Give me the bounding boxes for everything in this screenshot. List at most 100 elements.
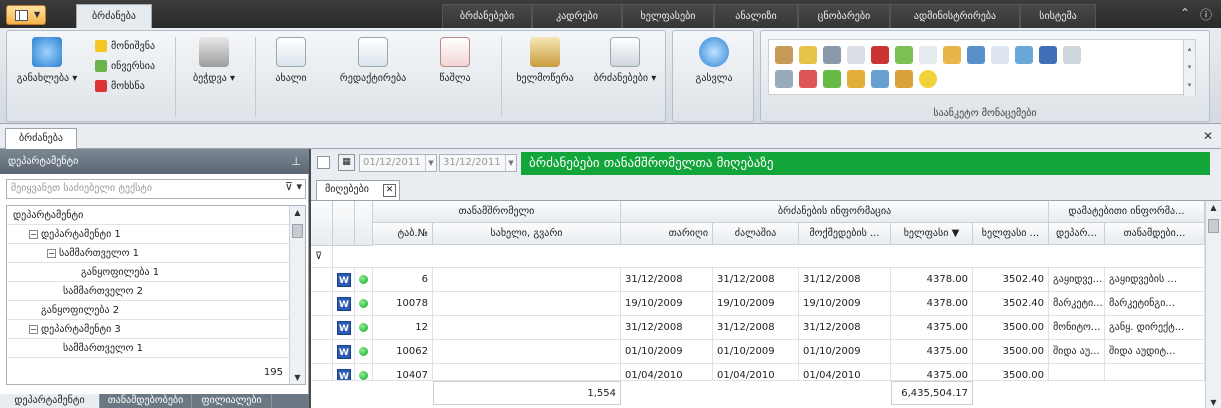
column-header-name[interactable]: სახელი, გვარი (433, 223, 621, 245)
scroll-down-icon[interactable]: ▼ (1206, 398, 1221, 407)
medal-icon[interactable] (895, 70, 913, 88)
table-cell[interactable]: 31/12/2008 (799, 268, 891, 292)
column-header-position[interactable]: თანამდები... (1105, 223, 1205, 245)
table-cell[interactable]: 31/12/2008 (799, 316, 891, 340)
table-cell[interactable]: 4378.00 (891, 268, 973, 292)
table-cell[interactable]: 31/12/2008 (713, 268, 799, 292)
table-cell[interactable]: 4375.00 (891, 340, 973, 364)
tree-node[interactable]: − დეპარტამენტი 1 (7, 225, 289, 244)
tab-branches[interactable]: ფილიალები (192, 394, 272, 408)
tab-salaries[interactable]: ხელფასები (622, 4, 714, 28)
word-doc-icon[interactable]: W (333, 364, 355, 381)
close-icon[interactable]: ✕ (1203, 129, 1213, 143)
table-cell[interactable]: 10078 (373, 292, 433, 316)
sign-button[interactable]: ხელმოწერა (505, 37, 585, 84)
calendar-icon[interactable]: ▦ (338, 154, 355, 171)
arrow-icon[interactable] (823, 70, 841, 88)
chevron-down-icon[interactable]: ▼ (425, 155, 436, 171)
status-dot-icon[interactable] (355, 268, 373, 292)
tab-system[interactable]: სისტემა (1020, 4, 1096, 28)
table-cell[interactable]: მარკეტინგი... (1105, 292, 1205, 316)
column-header-valid[interactable]: ძალაშია (713, 223, 799, 245)
table-cell[interactable]: 31/12/2008 (621, 268, 713, 292)
scroll-thumb[interactable] (292, 224, 303, 238)
column-header-department[interactable]: დეპარ... (1049, 223, 1105, 245)
table-cell[interactable]: 3500.00 (973, 316, 1049, 340)
table-cell[interactable]: 10407 (373, 364, 433, 381)
filter-icon[interactable]: ⊽ ▾ (285, 180, 302, 193)
column-header-salary[interactable]: ხელფასი ▼ (891, 223, 973, 245)
scroll-down-icon[interactable]: ▼ (290, 373, 305, 382)
folder-icon[interactable] (799, 46, 817, 64)
table-cell[interactable] (433, 316, 621, 340)
table-cell[interactable]: 3502.40 (973, 268, 1049, 292)
table-cell[interactable] (1049, 364, 1105, 381)
people-icon[interactable] (943, 46, 961, 64)
scroll-up-icon[interactable]: ▲ (290, 208, 305, 217)
money-bag-icon[interactable] (847, 70, 865, 88)
table-cell[interactable]: 4375.00 (891, 316, 973, 340)
table-cell[interactable]: შიდა აუდიტ... (1105, 340, 1205, 364)
table-cell[interactable]: 4375.00 (891, 364, 973, 381)
home-icon[interactable] (1015, 46, 1033, 64)
table-cell[interactable]: 01/04/2010 (621, 364, 713, 381)
filter-row[interactable] (333, 246, 1205, 268)
search-input[interactable]: შეიყვანეთ საძიებელი ტექსტი (6, 179, 306, 199)
tree-scrollbar[interactable]: ▲ ▼ (289, 206, 305, 384)
contact-card-icon[interactable] (967, 46, 985, 64)
tree-node[interactable]: − დეპარტამენტი 3 (7, 320, 289, 339)
unmark-button[interactable]: მოხსნა (95, 79, 145, 95)
column-header-tab-number[interactable]: ტაბ.№ (373, 223, 433, 245)
table-cell[interactable]: მარკეტი... (1049, 292, 1105, 316)
table-cell[interactable]: 01/10/2009 (713, 340, 799, 364)
building-icon[interactable] (871, 70, 889, 88)
print-button[interactable]: ბეჭდვა ▾ (179, 37, 249, 84)
refresh-button[interactable]: განახლება ▾ (11, 37, 83, 84)
date-filter-checkbox[interactable] (317, 156, 330, 169)
table-cell[interactable]: 12 (373, 316, 433, 340)
word-doc-icon[interactable]: W (333, 340, 355, 364)
date-to-field[interactable]: 31/12/2011 ▼ (439, 154, 517, 172)
tree-node[interactable]: განყოფილება 2 (7, 301, 289, 320)
tab-hirings[interactable]: მიღებები ✕ (316, 180, 400, 200)
scroll-up-icon[interactable]: ▲ (1206, 203, 1221, 212)
tree-node[interactable]: სამმართველო 2 (7, 282, 289, 301)
email-icon[interactable] (991, 46, 1009, 64)
word-doc-icon[interactable]: W (333, 268, 355, 292)
table-cell[interactable]: 01/10/2009 (621, 340, 713, 364)
table-cell[interactable]: 4378.00 (891, 292, 973, 316)
tab-analysis[interactable]: ანალიზი (714, 4, 798, 28)
word-doc-icon[interactable]: W (333, 316, 355, 340)
tab-orders[interactable]: ბრძანებები (442, 4, 532, 28)
close-icon[interactable]: ✕ (383, 184, 396, 197)
document-icon[interactable] (847, 46, 865, 64)
table-cell[interactable]: 01/04/2010 (713, 364, 799, 381)
date-from-field[interactable]: 01/12/2011 ▼ (359, 154, 437, 172)
document-tab-order[interactable]: ბრძანება (5, 128, 77, 149)
word-doc-icon[interactable]: W (333, 292, 355, 316)
status-dot-icon[interactable] (355, 340, 373, 364)
table-cell[interactable]: 3502.40 (973, 292, 1049, 316)
status-dot-icon[interactable] (355, 292, 373, 316)
status-dot-icon[interactable] (355, 316, 373, 340)
checklist-icon[interactable] (895, 46, 913, 64)
row-selector[interactable] (311, 364, 333, 381)
person-icon[interactable] (775, 46, 793, 64)
table-cell[interactable] (433, 268, 621, 292)
collapse-ribbon-icon[interactable]: ⌃ (1180, 6, 1190, 20)
table-cell[interactable] (433, 364, 621, 381)
collapse-icon[interactable]: − (47, 248, 56, 258)
gallery-scrollbar[interactable]: ▴ ▾ ▾ (1183, 40, 1195, 96)
tools-icon[interactable] (1063, 46, 1081, 64)
pin-icon[interactable]: ⊥ (291, 149, 301, 174)
table-cell[interactable]: 19/10/2009 (621, 292, 713, 316)
flag-icon[interactable] (1039, 46, 1057, 64)
new-button[interactable]: ახალი (263, 37, 319, 84)
table-cell[interactable] (1105, 364, 1205, 381)
tab-personnel[interactable]: კადრები (532, 4, 622, 28)
table-cell[interactable]: განყ. დირექტ... (1105, 316, 1205, 340)
grid-scrollbar[interactable]: ▲ ▼ (1205, 201, 1221, 408)
table-cell[interactable]: 19/10/2009 (713, 292, 799, 316)
tree-node[interactable]: განყოფილება 1 (7, 263, 289, 282)
row-selector[interactable] (311, 268, 333, 292)
